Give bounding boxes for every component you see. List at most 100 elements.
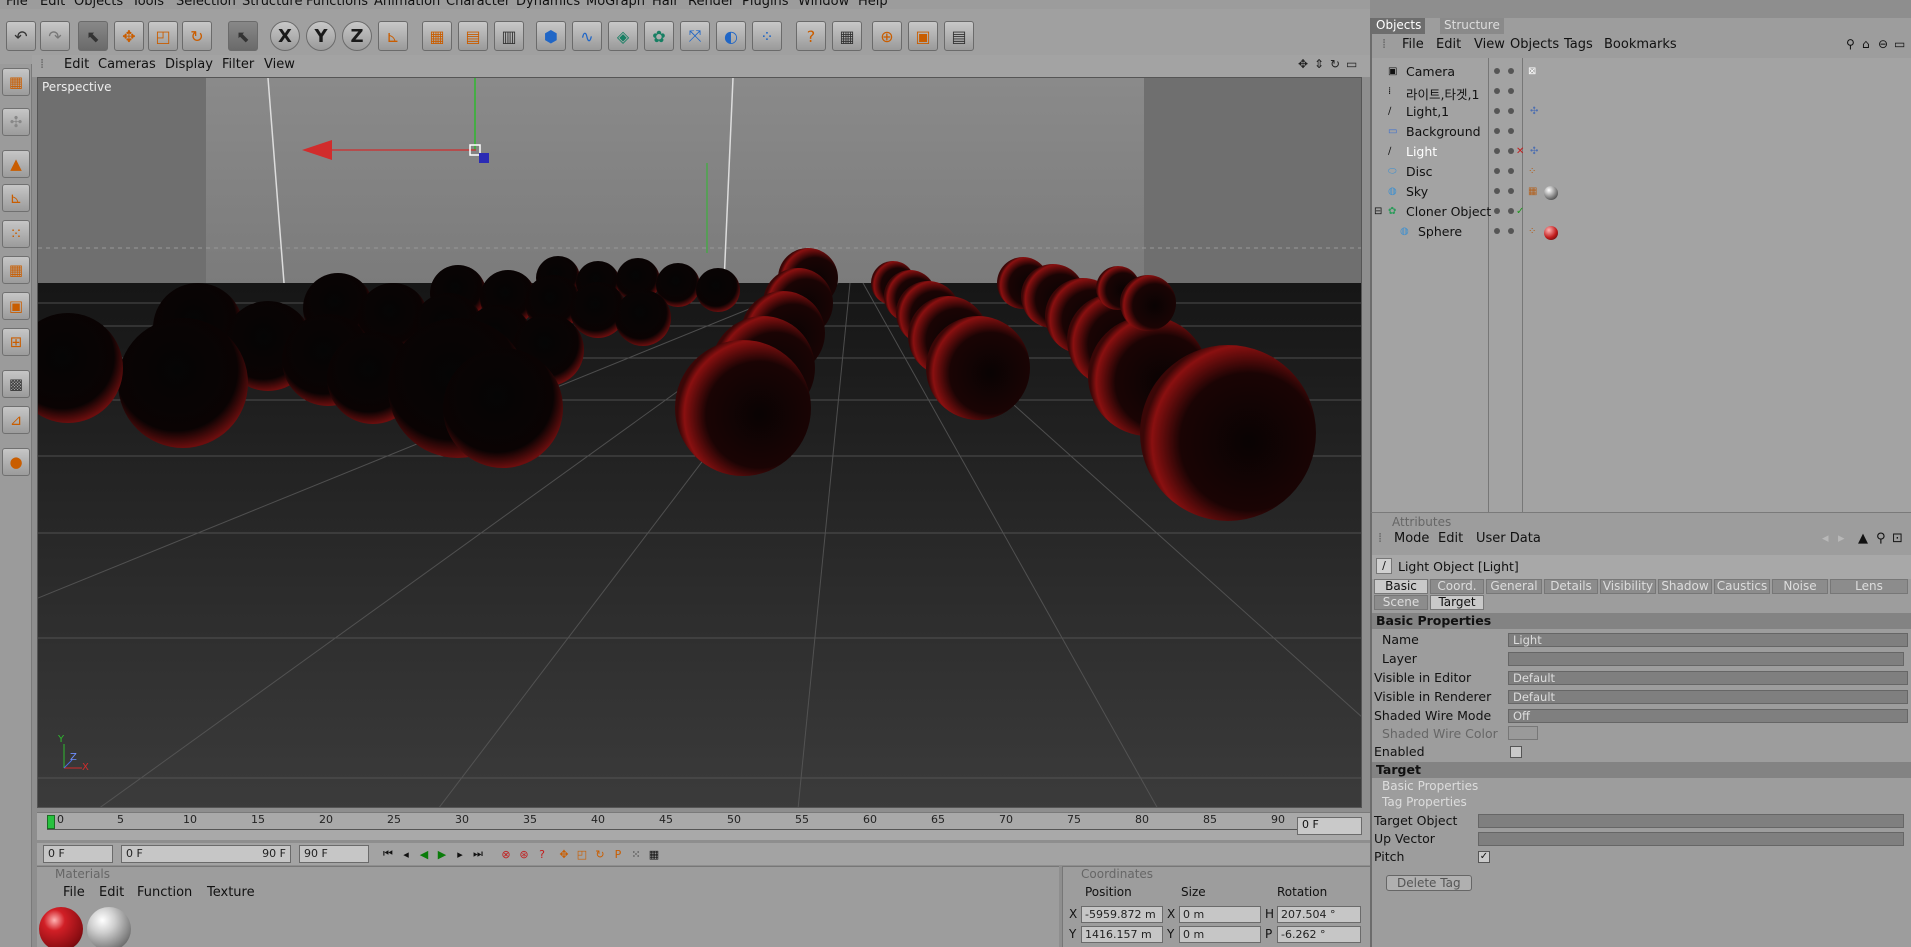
key-rotation-icon[interactable]: ↻ [591, 845, 609, 863]
menu-plugins[interactable]: Plugins [742, 0, 789, 9]
keyframe-selection-icon[interactable]: ? [533, 845, 551, 863]
object-row-light-1[interactable]: ∕ Light,1 ✣ [1372, 102, 1911, 122]
nurbs-icon[interactable]: ◈ [608, 21, 638, 51]
object-row-light[interactable]: ∕ Light ✕ ✣ [1372, 142, 1911, 162]
material-grey-swatch[interactable] [87, 907, 131, 947]
name-input[interactable]: Light [1508, 633, 1908, 647]
help-icon[interactable]: ? [796, 21, 826, 51]
materials-menu-file[interactable]: File [63, 885, 85, 903]
tab-shadow[interactable]: Shadow [1658, 579, 1712, 594]
next-key-icon[interactable]: ▸ [451, 845, 469, 863]
menu-character[interactable]: Character [446, 0, 510, 9]
menu-functions[interactable]: Functions [306, 0, 368, 9]
object-row-background[interactable]: ▭ Background [1372, 122, 1911, 142]
attributes-menu-edit[interactable]: Edit [1438, 531, 1463, 546]
play-backward-icon[interactable]: ◀ [415, 845, 433, 863]
polygons-mode-icon[interactable]: ▣ [2, 292, 30, 320]
z-axis-lock-button[interactable]: Z [342, 21, 372, 51]
up-vector-link-field[interactable] [1478, 832, 1904, 846]
back-arrow-icon[interactable]: ◂ [1822, 531, 1829, 546]
x-axis-lock-button[interactable]: X [270, 21, 300, 51]
end-frame-field[interactable]: 90 F [299, 845, 369, 863]
timeline-ruler[interactable]: 0 5 10 15 20 25 30 35 40 45 50 55 60 65 … [37, 812, 1370, 840]
target-basic-properties-group[interactable]: Basic Properties [1382, 779, 1478, 793]
shaded-wire-mode-dropdown[interactable]: Off [1508, 709, 1908, 723]
coordinate-system-icon[interactable]: ⊾ [378, 21, 408, 51]
sculpt-icon[interactable]: ● [2, 448, 30, 476]
position-y-field[interactable]: 1416.157 m [1081, 926, 1163, 943]
key-position-icon[interactable]: ✥ [555, 845, 573, 863]
scale-icon[interactable]: ◰ [148, 21, 178, 51]
tab-structure[interactable]: Structure [1440, 18, 1504, 34]
target-object-link-field[interactable] [1478, 814, 1904, 828]
table-view-icon[interactable]: ▦ [832, 21, 862, 51]
deformer-icon[interactable]: ⤧ [680, 21, 710, 51]
tab-objects[interactable]: Objects [1372, 18, 1426, 34]
materials-menu-texture[interactable]: Texture [207, 885, 255, 903]
enabled-check-icon[interactable]: ✓ [1516, 206, 1528, 218]
menu-mograph[interactable]: MoGraph [586, 0, 645, 9]
menu-dynamics[interactable]: Dynamics [516, 0, 580, 9]
grey-material-tag-icon[interactable] [1544, 186, 1558, 200]
compositing-tag-icon[interactable]: ▦ [1528, 186, 1540, 198]
selection-mode-icon[interactable]: ⬉ [228, 21, 258, 51]
tab-caustics[interactable]: Caustics [1714, 579, 1770, 594]
playhead-marker[interactable] [47, 815, 55, 829]
clapboard-icon[interactable]: ▣ [908, 21, 938, 51]
home-icon[interactable]: ⌂ [1862, 37, 1870, 51]
collapse-tree-icon[interactable]: ⊟ [1374, 206, 1386, 218]
orbit-icon[interactable]: ↻ [1330, 57, 1340, 71]
lock-icon[interactable]: ✣ [2, 108, 30, 136]
disabled-x-icon[interactable]: ✕ [1516, 146, 1528, 158]
layer-field[interactable] [1508, 652, 1904, 666]
attributes-menu-user-data[interactable]: User Data [1476, 531, 1541, 546]
objects-menu-bookmarks[interactable]: Bookmarks [1604, 37, 1677, 52]
object-row-sky[interactable]: ◍ Sky ▦ [1372, 182, 1911, 202]
viewport-menu-display[interactable]: Display [165, 57, 213, 72]
menu-structure[interactable]: Structure [242, 0, 302, 9]
forward-arrow-icon[interactable]: ▸ [1838, 531, 1845, 546]
render-settings-icon[interactable]: ▥ [494, 21, 524, 51]
objects-menu-edit[interactable]: Edit [1436, 37, 1461, 52]
autokey-icon[interactable]: ⊛ [515, 845, 533, 863]
undo-icon[interactable]: ↶ [6, 21, 36, 51]
render-picture-viewer-icon[interactable]: ▤ [458, 21, 488, 51]
enabled-checkbox[interactable] [1510, 746, 1522, 758]
web-icon[interactable]: ⊕ [872, 21, 902, 51]
object-row-camera[interactable]: ▣ Camera ⊠ [1372, 62, 1911, 82]
position-x-field[interactable]: -5959.872 m [1081, 906, 1163, 923]
target-tag-icon[interactable]: ✣ [1530, 146, 1542, 158]
rotate-icon[interactable]: ↻ [182, 21, 212, 51]
particle-icon[interactable]: ⁘ [752, 21, 782, 51]
spline-icon[interactable]: ∿ [572, 21, 602, 51]
texture-tag-icon[interactable]: ⁘ [1528, 226, 1540, 238]
menu-tools[interactable]: Tools [132, 0, 164, 9]
menu-file[interactable]: File [6, 0, 28, 9]
lock-icon[interactable]: ⊡ [1892, 531, 1903, 546]
y-axis-lock-button[interactable]: Y [306, 21, 336, 51]
size-y-field[interactable]: 0 m [1179, 926, 1261, 943]
menu-objects[interactable]: Objects [74, 0, 123, 9]
array-icon[interactable]: ✿ [644, 21, 674, 51]
size-x-field[interactable]: 0 m [1179, 906, 1261, 923]
attributes-menu-mode[interactable]: Mode [1394, 531, 1429, 546]
menu-animation[interactable]: Animation [374, 0, 440, 9]
render-view-icon[interactable]: ▦ [422, 21, 452, 51]
object-row-cloner[interactable]: ⊟ ✿ Cloner Object ✓ [1372, 202, 1911, 222]
rotation-h-field[interactable]: 207.504 ° [1277, 906, 1361, 923]
frame-range-slider[interactable]: 0 F 90 F [121, 845, 291, 863]
key-scale-icon[interactable]: ◰ [573, 845, 591, 863]
current-frame-field[interactable]: 0 F [1297, 817, 1362, 835]
menu-selection[interactable]: Selection [176, 0, 236, 9]
texture-mode-icon[interactable]: ▩ [2, 370, 30, 398]
object-row-disc[interactable]: ⬭ Disc ⁘ [1372, 162, 1911, 182]
expand-icon[interactable]: ▭ [1894, 37, 1905, 51]
menu-edit[interactable]: Edit [40, 0, 65, 9]
materials-menu-function[interactable]: Function [137, 885, 192, 903]
up-arrow-icon[interactable]: ▲ [1858, 531, 1868, 546]
layout-icon[interactable]: ▦ [2, 68, 30, 96]
texture-tag-icon[interactable]: ⁘ [1528, 166, 1540, 178]
key-pla-icon[interactable]: ⁙ [627, 845, 645, 863]
key-param-icon[interactable]: P [609, 845, 627, 863]
live-selection-icon[interactable]: ⬉ [78, 21, 108, 51]
